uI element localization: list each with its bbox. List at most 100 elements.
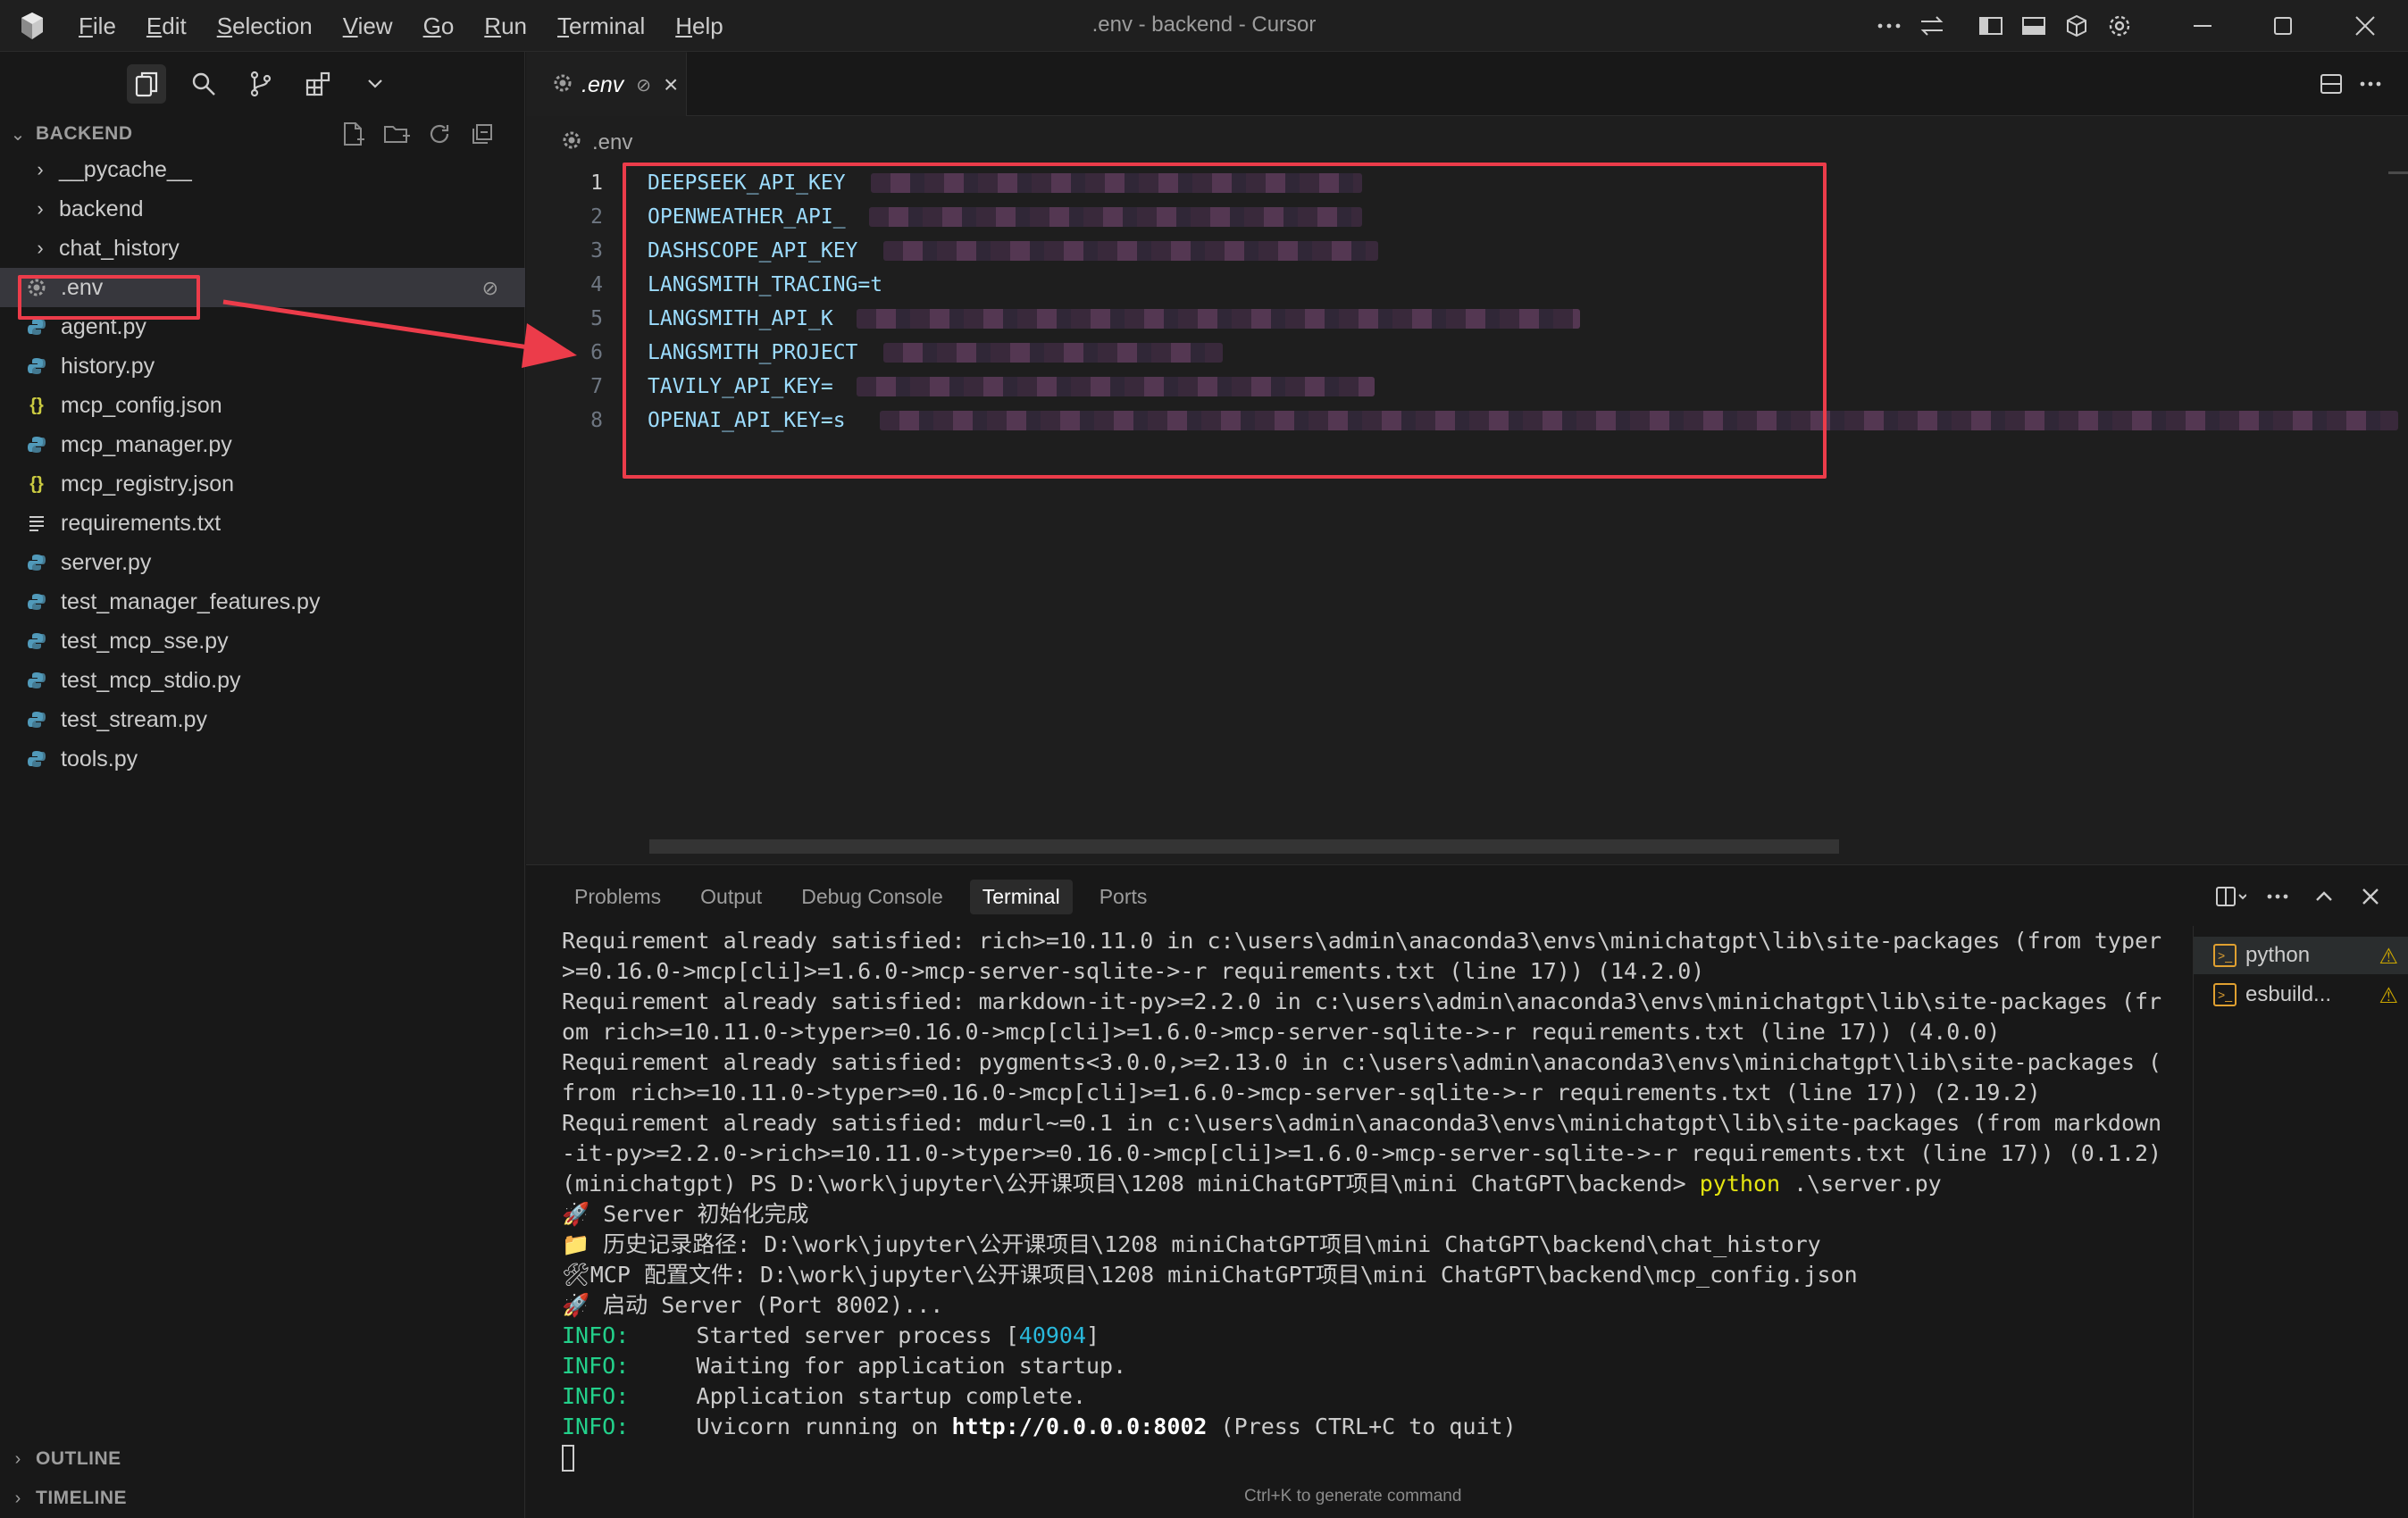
panel-tab-bar: Problems Output Debug Console Terminal P… <box>526 865 1174 928</box>
more-actions-icon[interactable] <box>2351 66 2390 102</box>
explorer-files-icon[interactable] <box>127 64 166 104</box>
close-panel-icon[interactable] <box>2347 880 2394 913</box>
menu-terminal[interactable]: Terminal <box>557 13 645 40</box>
bottom-panel: Problems Output Debug Console Terminal P… <box>526 864 2408 1518</box>
minimize-button[interactable] <box>2165 0 2240 52</box>
editor-tab-bar: .env ⊘ × <box>526 52 2408 116</box>
tab-problems[interactable]: Problems <box>562 880 673 914</box>
menu-edit[interactable]: Edit <box>146 13 187 40</box>
settings-gear-icon[interactable] <box>2103 9 2136 43</box>
title-bar-actions <box>1872 9 2136 43</box>
terminal-output[interactable]: Requirement already satisfied: rich>=10.… <box>562 926 2408 1472</box>
json-icon: {} <box>29 395 44 415</box>
tab-output[interactable]: Output <box>688 880 774 914</box>
terminal-command-args: .\server.py <box>1780 1171 1942 1197</box>
file-test-mcp-stdio-py[interactable]: test_mcp_stdio.py <box>0 661 525 700</box>
menu-go[interactable]: Go <box>423 13 455 40</box>
terminal-command: python <box>1699 1171 1781 1197</box>
server-url-link[interactable]: http://0.0.0.0:8002 <box>952 1414 1208 1439</box>
line-number: 7 <box>590 375 603 398</box>
info-text: (Press CTRL+C to quit) <box>1207 1414 1517 1439</box>
breadcrumb-file[interactable]: .env <box>592 130 632 155</box>
terminal-info-line: INFO: Uvicorn running on http://0.0.0.0:… <box>562 1412 2408 1442</box>
file-server-py[interactable]: server.py <box>0 543 525 582</box>
outline-section-header[interactable]: › OUTLINE <box>0 1441 525 1477</box>
file-test-manager-features-py[interactable]: test_manager_features.py <box>0 582 525 621</box>
python-icon <box>27 592 46 612</box>
menu-run[interactable]: Run <box>484 13 527 40</box>
line-number: 1 <box>590 171 603 195</box>
more-icon[interactable] <box>1872 9 1906 43</box>
chevron-right-icon: › <box>14 1448 21 1469</box>
new-file-icon[interactable] <box>332 120 375 148</box>
python-icon <box>27 749 46 769</box>
refresh-icon[interactable] <box>418 120 461 148</box>
info-label: INFO: <box>562 1322 630 1348</box>
warning-icon: ⚠ <box>2379 984 2398 1008</box>
terminal-prompt-line: (minichatgpt) PS D:\work\jupyter\公开课项目\1… <box>562 1169 2408 1199</box>
line-number: 3 <box>590 239 603 263</box>
folder-backend[interactable]: › backend <box>0 189 525 229</box>
chevron-right-icon: › <box>37 158 44 180</box>
explorer-actions <box>332 120 504 148</box>
warning-icon: ⚠ <box>2379 945 2398 969</box>
explorer-section-header[interactable]: ⌄ BACKEND <box>0 116 525 152</box>
gear-icon <box>553 73 573 97</box>
menu-file[interactable]: File <box>79 13 116 40</box>
horizontal-scrollbar[interactable] <box>649 839 1839 854</box>
split-editor-icon[interactable] <box>2312 66 2351 102</box>
chevron-right-icon: › <box>37 197 44 220</box>
tab-debug-console[interactable]: Debug Console <box>789 880 956 914</box>
file-test-stream-py[interactable]: test_stream.py <box>0 700 525 739</box>
source-control-icon[interactable] <box>241 64 280 104</box>
menu-selection[interactable]: Selection <box>217 13 313 40</box>
file-tools-py[interactable]: tools.py <box>0 739 525 779</box>
editor-area: .env ⊘ × .env 1 DEEPSEEK_API_KEY 2 OPENW… <box>526 52 2408 864</box>
timeline-section-header[interactable]: › TIMELINE <box>0 1480 525 1516</box>
file-history-py[interactable]: history.py <box>0 346 525 386</box>
terminal-line: Requirement already satisfied: mdurl~=0.… <box>562 1110 2162 1136</box>
terminal-icon: >_ <box>2213 944 2237 967</box>
cube-icon[interactable] <box>2060 9 2094 43</box>
sync-arrows-icon[interactable] <box>1915 9 1949 43</box>
toggle-panel-icon[interactable] <box>2017 9 2051 43</box>
search-icon[interactable] <box>184 64 223 104</box>
terminal-item-esbuild[interactable]: >_ esbuild... ⚠ <box>2194 976 2408 1013</box>
file-requirements-txt[interactable]: requirements.txt <box>0 504 525 543</box>
menu-view[interactable]: View <box>343 13 393 40</box>
maximize-button[interactable] <box>2245 0 2320 52</box>
tab-env[interactable]: .env ⊘ × <box>526 52 687 116</box>
folder-chat-history[interactable]: › chat_history <box>0 229 525 268</box>
terminal-line: 🚀 启动 Server (Port 8002)... <box>562 1292 944 1318</box>
split-terminal-icon[interactable] <box>2208 880 2254 913</box>
close-window-button[interactable] <box>2328 0 2403 52</box>
chevron-right-icon: › <box>37 237 44 259</box>
terminal-item-python[interactable]: >_ python ⚠ <box>2194 937 2408 974</box>
tab-terminal[interactable]: Terminal <box>969 879 1073 914</box>
info-text: Application startup complete. <box>629 1383 1087 1409</box>
info-label: INFO: <box>562 1353 630 1379</box>
new-folder-icon[interactable] <box>375 120 418 148</box>
terminal-line: 🚀 Server 初始化完成 <box>562 1201 809 1227</box>
file-mcp-config-json[interactable]: {} mcp_config.json <box>0 386 525 425</box>
more-actions-icon[interactable] <box>2254 880 2301 913</box>
extensions-icon[interactable] <box>298 64 338 104</box>
file-tree-label: test_mcp_stdio.py <box>61 667 241 693</box>
file-mcp-registry-json[interactable]: {} mcp_registry.json <box>0 464 525 504</box>
file-test-mcp-sse-py[interactable]: test_mcp_sse.py <box>0 621 525 661</box>
tab-ports[interactable]: Ports <box>1087 880 1160 914</box>
terminal-line: from rich>=10.11.0->typer>=0.16.0->mcp[c… <box>562 1080 2041 1105</box>
toggle-sidebar-icon[interactable] <box>1974 9 2008 43</box>
folder-pycache[interactable]: › __pycache__ <box>0 150 525 189</box>
terminal-line: -it-py>=2.2.0->rich>=10.11.0->typer>=0.1… <box>562 1140 2162 1166</box>
menu-help[interactable]: Help <box>675 13 723 40</box>
file-tree-label: test_manager_features.py <box>61 588 321 614</box>
maximize-panel-icon[interactable] <box>2301 880 2347 913</box>
file-tree-label: mcp_manager.py <box>61 431 232 457</box>
close-icon[interactable]: × <box>664 71 678 99</box>
chevron-down-icon[interactable] <box>355 64 395 104</box>
file-tree-label: history.py <box>61 353 155 379</box>
file-mcp-manager-py[interactable]: mcp_manager.py <box>0 425 525 464</box>
terminal-info-line: INFO: Application startup complete. <box>562 1381 2408 1412</box>
collapse-all-icon[interactable] <box>461 120 504 148</box>
